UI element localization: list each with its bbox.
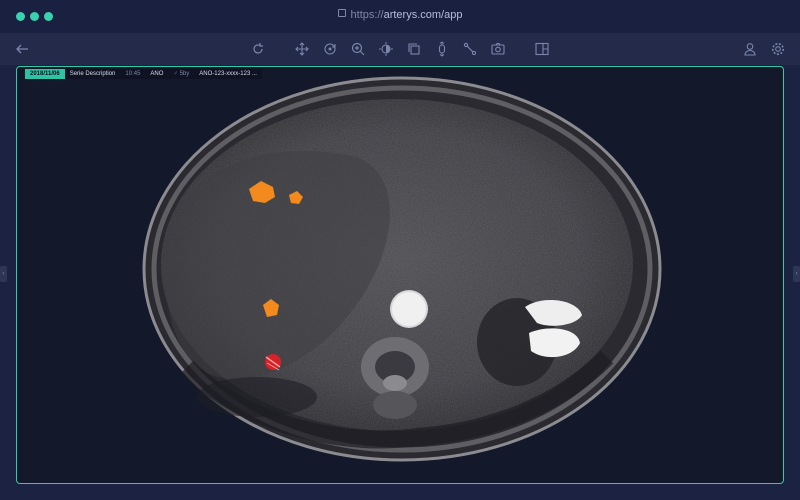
- contrast-icon[interactable]: [378, 41, 394, 57]
- measure-icon[interactable]: [462, 41, 478, 57]
- patient-id: ANO: [145, 69, 169, 79]
- viewer-toolbar: [0, 33, 800, 65]
- series-info-bar: 2018/11/06 Serie Description 10:45 ANO ♂…: [25, 69, 262, 79]
- study-time: 10:45: [120, 69, 146, 79]
- browser-titlebar: https://arterys.com/app: [0, 0, 800, 33]
- slice-scroll-icon[interactable]: [434, 41, 450, 57]
- settings-icon[interactable]: [770, 41, 786, 57]
- copy-icon[interactable]: [406, 41, 422, 57]
- mri-axial-scan: [142, 76, 662, 462]
- zoom-icon[interactable]: [350, 41, 366, 57]
- url-host: arterys.com/app: [383, 9, 463, 21]
- patient-info: ♂ 5by: [168, 69, 195, 79]
- image-viewport[interactable]: 2018/11/06 Serie Description 10:45 ANO ♂…: [16, 66, 784, 484]
- left-panel-handle[interactable]: ‹: [0, 266, 7, 282]
- layout-icon[interactable]: [534, 41, 550, 57]
- back-arrow-icon[interactable]: [14, 41, 30, 57]
- series-description: Serie Description: [64, 69, 121, 79]
- rotate-icon[interactable]: [322, 41, 338, 57]
- screenshot-icon[interactable]: [490, 41, 506, 57]
- study-date: 2018/11/06: [25, 69, 65, 79]
- address-bar[interactable]: https://arterys.com/app: [0, 9, 800, 21]
- right-panel-handle[interactable]: ›: [793, 266, 800, 282]
- user-icon[interactable]: [742, 41, 758, 57]
- lock-icon: [337, 9, 346, 17]
- reset-icon[interactable]: [250, 41, 266, 57]
- pan-icon[interactable]: [294, 41, 310, 57]
- url-scheme: https://: [350, 9, 384, 21]
- accession-number: ANO-123-xxxx-123 ...: [194, 69, 262, 79]
